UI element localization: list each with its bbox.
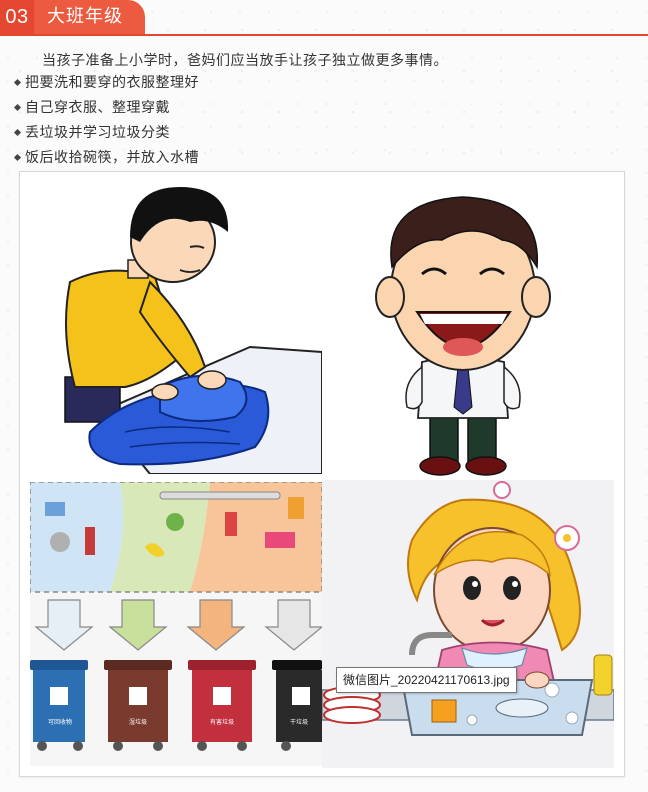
section-header: 03 大班年级 xyxy=(0,0,648,40)
image-filename-tooltip: 微信图片_20220421170613.jpg xyxy=(336,667,517,693)
girl-washing-dishes-illustration xyxy=(322,480,614,768)
diamond-bullet-icon xyxy=(13,78,22,86)
boy-folding-clothes-illustration xyxy=(30,182,322,474)
list-item-text: 把要洗和要穿的衣服整理好 xyxy=(25,75,199,91)
illustration-image[interactable]: 可回收物 湿垃圾 有害垃圾 干垃圾 xyxy=(19,171,625,777)
section-divider xyxy=(0,34,648,36)
smiling-boy-illustration xyxy=(322,182,614,480)
intro-paragraph: 当孩子准备上小学时，爸妈们应当放手让孩子独立做更多事情。 xyxy=(42,53,448,69)
bin-label-wet: 湿垃圾 xyxy=(128,719,147,726)
list-item: 自己穿衣服、整理穿戴 xyxy=(12,96,199,121)
diamond-bullet-icon xyxy=(13,153,22,161)
list-item-text: 丢垃圾并学习垃圾分类 xyxy=(25,125,170,141)
bin-label-dry: 干垃圾 xyxy=(289,719,308,726)
bin-label-recyclable: 可回收物 xyxy=(47,719,72,726)
task-list: 把要洗和要穿的衣服整理好 自己穿衣服、整理穿戴 丢垃圾并学习垃圾分类 饭后收拾碗… xyxy=(12,71,199,171)
list-item-text: 饭后收拾碗筷，并放入水槽 xyxy=(25,150,199,166)
section-title: 大班年级 xyxy=(34,0,145,34)
diamond-bullet-icon xyxy=(13,128,22,136)
section-number: 03 xyxy=(0,0,34,34)
diamond-bullet-icon xyxy=(13,103,22,111)
list-item: 把要洗和要穿的衣服整理好 xyxy=(12,71,199,96)
list-item: 饭后收拾碗筷，并放入水槽 xyxy=(12,146,199,171)
garbage-sorting-illustration: 可回收物 湿垃圾 有害垃圾 干垃圾 xyxy=(30,482,322,766)
bin-label-hazardous: 有害垃圾 xyxy=(209,719,234,726)
list-item: 丢垃圾并学习垃圾分类 xyxy=(12,121,199,146)
list-item-text: 自己穿衣服、整理穿戴 xyxy=(25,100,170,116)
